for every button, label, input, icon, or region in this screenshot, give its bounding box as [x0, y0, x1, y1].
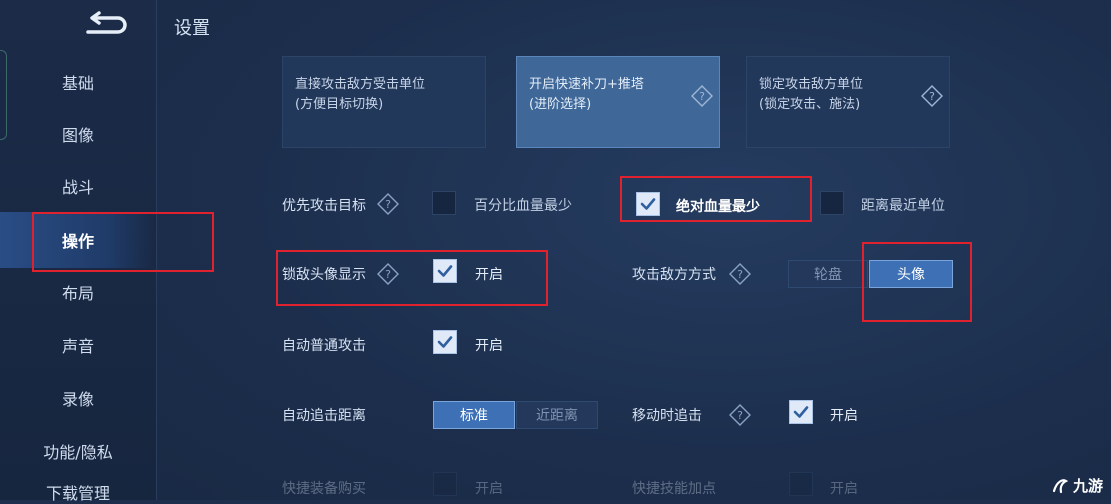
help-icon[interactable]: ? — [377, 193, 399, 215]
auto-chase-label: 自动追击距离 — [282, 408, 366, 424]
attack-mode-label: 攻击敌方方式 — [632, 267, 716, 283]
sidebar-item-image[interactable]: 图像 — [0, 114, 156, 154]
priority-target-label: 优先攻击目标 — [282, 198, 366, 214]
mode-card-quick[interactable]: 开启快速补刀+推塔 (进阶选择) ? — [516, 56, 720, 148]
sidebar-item-label: 声音 — [61, 337, 94, 356]
attack-mode-wheel-button[interactable]: 轮盘 — [788, 260, 868, 288]
help-icon[interactable]: ? — [729, 404, 751, 426]
sidebar-item-label: 下载管理 — [45, 484, 110, 503]
checkmark-icon — [793, 406, 809, 418]
watermark: 九游 — [1051, 475, 1103, 496]
quick-skill-checkbox[interactable] — [789, 472, 813, 496]
help-icon[interactable]: ? — [729, 263, 751, 285]
watermark-text: 九游 — [1072, 477, 1103, 495]
mode-card-lock[interactable]: 锁定攻击敌方单位 (锁定攻击、施法) ? — [746, 56, 950, 148]
card-line2: (进阶选择) — [529, 97, 592, 112]
sidebar-item-downloads[interactable]: 下载管理 — [0, 480, 156, 504]
mode-card-direct[interactable]: 直接攻击敌方受击单位 (方便目标切换) — [282, 56, 486, 148]
back-arrow-icon — [86, 11, 127, 34]
svg-text:?: ? — [699, 90, 705, 103]
sidebar-item-combat[interactable]: 战斗 — [0, 166, 156, 206]
auto-chase-standard-button[interactable]: 标准 — [433, 401, 515, 429]
card-line2: (方便目标切换) — [295, 97, 384, 112]
page-title: 设置 — [174, 18, 210, 39]
auto-attack-checkbox[interactable] — [433, 330, 457, 354]
help-icon[interactable]: ? — [691, 85, 713, 107]
quick-buy-label: 快捷装备购买 — [282, 481, 366, 497]
move-chase-checkbox[interactable] — [789, 400, 813, 424]
highlight-box — [620, 176, 812, 222]
quick-buy-checkbox[interactable] — [433, 472, 457, 496]
quick-buy-option: 开启 — [475, 481, 503, 497]
svg-text:?: ? — [737, 268, 743, 281]
percent-hp-option: 百分比血量最少 — [474, 198, 572, 214]
percent-hp-checkbox[interactable] — [432, 191, 456, 215]
checkmark-icon — [437, 336, 453, 348]
move-chase-option: 开启 — [830, 408, 858, 424]
card-line1: 锁定攻击敌方单位 — [759, 77, 864, 92]
sidebar-item-basic[interactable]: 基础 — [0, 62, 156, 102]
sidebar-item-label: 录像 — [61, 390, 94, 409]
card-line2: (锁定攻击、施法) — [759, 97, 861, 112]
sidebar-item-label: 功能/隐私 — [43, 443, 113, 462]
highlight-box — [276, 250, 548, 306]
svg-text:?: ? — [737, 409, 743, 422]
quick-skill-label: 快捷技能加点 — [632, 481, 716, 497]
sidebar-item-layout[interactable]: 布局 — [0, 272, 156, 312]
card-line1: 开启快速补刀+推塔 — [529, 77, 644, 92]
help-icon[interactable]: ? — [921, 85, 943, 107]
auto-attack-label: 自动普通攻击 — [282, 338, 366, 354]
highlight-box — [862, 242, 972, 322]
sidebar-item-replay[interactable]: 录像 — [0, 378, 156, 418]
quick-skill-option: 开启 — [830, 481, 858, 497]
nearest-unit-checkbox[interactable] — [820, 191, 844, 215]
card-line1: 直接攻击敌方受击单位 — [295, 77, 426, 92]
sidebar-item-label: 布局 — [61, 284, 94, 303]
sidebar-item-label: 战斗 — [61, 178, 94, 197]
sidebar-item-label: 图像 — [61, 126, 94, 145]
svg-text:?: ? — [929, 90, 935, 103]
highlight-box — [32, 212, 214, 272]
auto-chase-near-button[interactable]: 近距离 — [516, 401, 598, 429]
sidebar-item-sound[interactable]: 声音 — [0, 325, 156, 365]
svg-text:?: ? — [385, 198, 391, 211]
sidebar-item-privacy[interactable]: 功能/隐私 — [0, 431, 156, 471]
nearest-unit-option: 距离最近单位 — [861, 198, 945, 214]
logo-icon — [1052, 478, 1069, 493]
back-button[interactable] — [82, 10, 130, 38]
move-chase-label: 移动时追击 — [632, 408, 702, 424]
auto-attack-option: 开启 — [475, 338, 503, 354]
sidebar-item-label: 基础 — [61, 74, 94, 93]
